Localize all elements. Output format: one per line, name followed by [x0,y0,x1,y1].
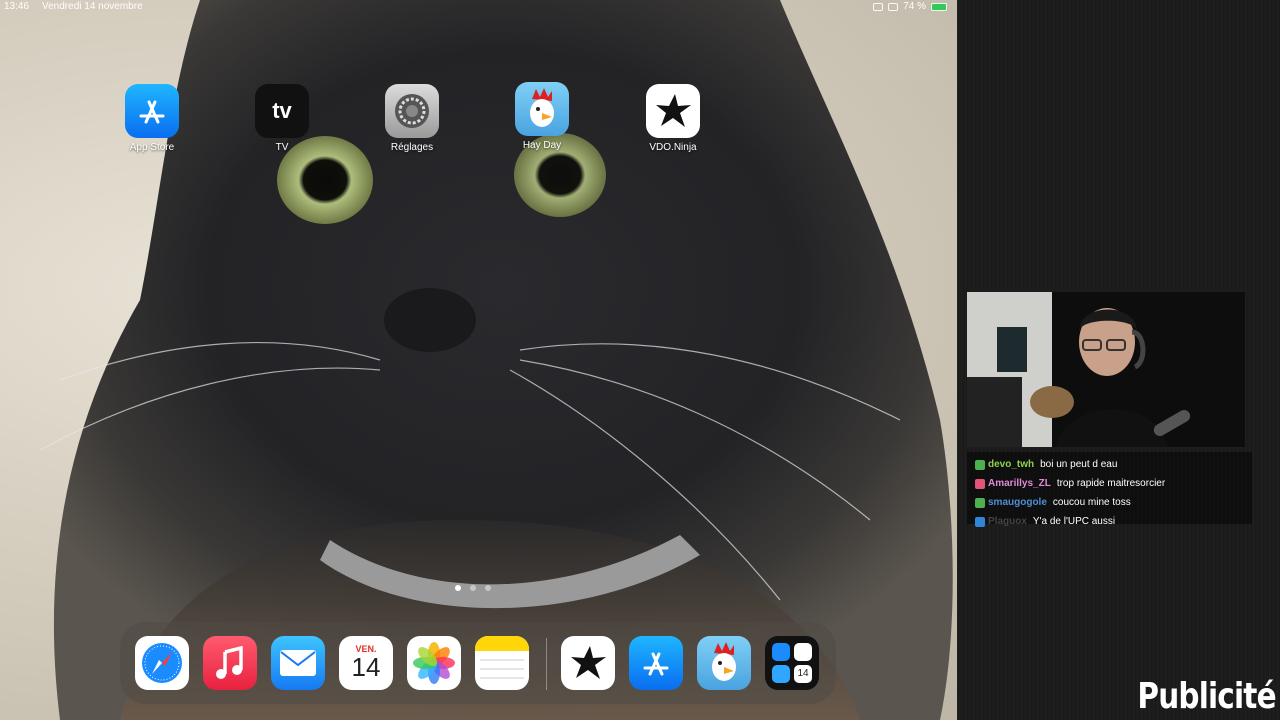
dock-recent-hay-day[interactable] [697,636,751,690]
mini-app-store-icon [772,643,790,661]
hay-day-rooster-icon [515,82,569,136]
music-note-icon [216,646,243,679]
ipad-home-screen: 13:46 Vendredi 14 novembre 74 % App Stor… [0,0,957,720]
app-label: Réglages [390,142,434,153]
page-dot[interactable] [470,585,476,591]
status-right: 74 % [873,1,947,12]
app-label: VDO.Ninja [649,142,697,153]
chat-message: devo_twh boi un peut d eau [975,455,1244,474]
app-library-icon[interactable]: 14 [765,636,819,690]
chat-username: Plaguox [988,516,1027,527]
chat-username: devo_twh [988,459,1035,470]
app-vdo-ninja[interactable]: VDO.Ninja [633,84,713,153]
webcam-feed [967,292,1245,447]
app-tv[interactable]: tv TV [242,84,322,153]
app-hay-day[interactable]: Hay Day [502,82,582,151]
app-store-icon [125,84,179,138]
dock-photos[interactable] [407,636,461,690]
chat-username: smaugogole [988,497,1047,508]
chat-message: smaugogole coucou mine toss [975,493,1244,512]
calendar-day-number: 14 [351,652,381,682]
apple-tv-icon: tv [255,84,309,138]
chat-message: Plaguox Y'a de l'UPC aussi [975,512,1244,531]
chat-message: Amarillys_ZL trop rapide maitresorcier [975,474,1244,493]
settings-gear-icon [385,84,439,138]
calendar-icon[interactable]: VEN. 14 [339,636,393,690]
status-time: 13:46 [4,1,30,12]
mini-reminders-icon [794,643,812,661]
mini-mail-icon [772,665,790,683]
chat-badge-icon [975,478,985,489]
streamer-webcam-image [967,292,1245,447]
chat-text: Y'a de l'UPC aussi [1032,516,1116,527]
app-label: TV [275,142,289,153]
dock-music[interactable] [203,636,257,690]
dock-recent-app-store[interactable] [629,636,683,690]
mail-envelope-icon [280,650,316,676]
chat-badge-icon [975,516,985,527]
chat-text: coucou mine toss [1052,497,1131,508]
status-bar: 13:46 Vendredi 14 novembre 74 % [0,0,957,16]
dock-safari[interactable] [135,636,189,690]
page-dot[interactable] [485,585,491,591]
ad-label: Publicité [1137,676,1277,717]
page-dot[interactable] [455,585,461,591]
stream-frame: 13:46 Vendredi 14 novembre 74 % App Stor… [0,0,1280,720]
vdo-ninja-star-icon [571,646,606,679]
battery-percent: 74 % [903,1,926,12]
screen-mirroring-icon [888,2,899,11]
app-app-store[interactable]: App Store [112,84,192,153]
battery-icon [931,2,947,11]
dock-mail[interactable] [271,636,325,690]
dock-notes[interactable] [475,636,529,690]
chat-text: boi un peut d eau [1040,459,1118,470]
photos-flower-icon [413,642,455,684]
safari-compass-icon [142,643,182,683]
app-label: App Store [129,142,175,153]
chat-username: Amarillys_ZL [988,478,1051,489]
status-date: Vendredi 14 novembre [42,1,143,12]
page-indicator[interactable] [455,585,491,591]
vdo-ninja-star-icon [646,84,700,138]
hay-day-rooster-icon [712,642,736,681]
dock-recent-vdo-ninja[interactable] [561,636,615,690]
notes-icon [475,636,529,679]
chat-overlay: devo_twh boi un peut d eau Amarillys_ZL … [967,452,1252,527]
mini-calendar-icon: 14 [794,665,812,683]
chat-text: trop rapide maitresorcier [1056,478,1166,489]
dock: VEN. 14 14 [120,622,836,704]
app-label: Hay Day [522,140,562,151]
app-settings[interactable]: Réglages [372,84,452,153]
chat-badge-icon [975,459,985,470]
chat-badge-icon [975,497,985,508]
dock-divider [546,638,547,690]
wifi-icon [873,2,884,11]
app-store-icon [643,652,669,676]
